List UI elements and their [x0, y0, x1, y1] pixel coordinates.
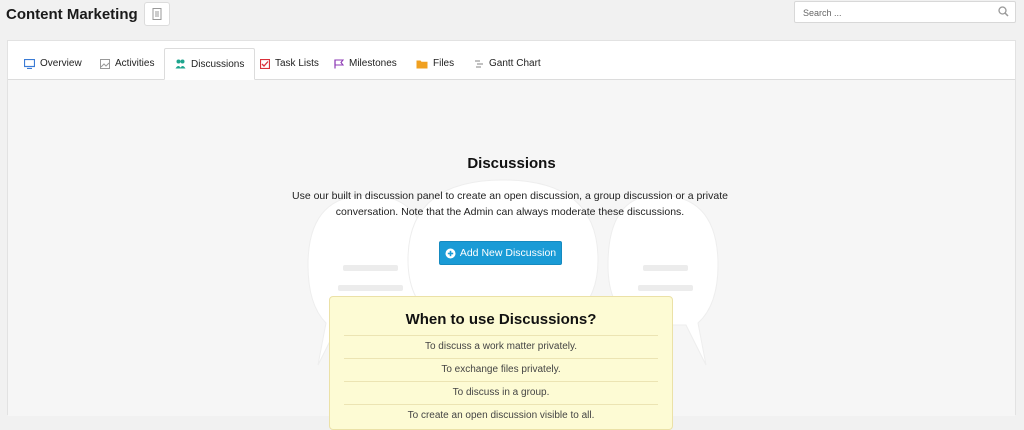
users-icon	[175, 59, 186, 69]
when-to-use-title: When to use Discussions?	[405, 311, 597, 328]
tab-gantt-chart[interactable]: Gantt Chart	[464, 48, 551, 79]
tab-label: Gantt Chart	[489, 58, 541, 69]
plus-circle-icon	[445, 248, 456, 258]
section-description: Use our built in discussion panel to cre…	[291, 190, 728, 218]
tab-label: Discussions	[191, 58, 245, 70]
project-details-button[interactable]	[144, 2, 170, 26]
tab-files[interactable]: Files	[406, 48, 464, 79]
document-icon	[152, 8, 162, 20]
tab-discussions[interactable]: Discussions	[164, 48, 256, 80]
tab-label: Task Lists	[275, 58, 319, 69]
discussions-content: Discussions Use our built in discussion …	[8, 80, 1015, 430]
checklist-icon	[260, 58, 270, 69]
tab-activities[interactable]: Activities	[90, 48, 164, 79]
search-box[interactable]	[794, 1, 1016, 23]
search-input[interactable]	[801, 5, 995, 21]
gantt-icon	[475, 59, 483, 68]
search-icon[interactable]	[998, 6, 1009, 17]
list-item: To discuss in a group.	[344, 381, 658, 404]
tab-label: Activities	[115, 58, 155, 69]
section-heading: Discussions	[467, 155, 556, 172]
tab-bar: Overview Activities Discussions Task Lis…	[8, 41, 1015, 80]
add-new-discussion-button[interactable]: Add New Discussion	[439, 241, 562, 265]
monitor-icon	[24, 58, 35, 69]
image-icon	[100, 58, 110, 69]
tab-label: Files	[433, 58, 455, 69]
list-item: To exchange files privately.	[344, 358, 658, 381]
tab-overview[interactable]: Overview	[14, 48, 92, 79]
tab-label: Overview	[40, 58, 82, 69]
folder-icon	[416, 60, 428, 68]
list-item: To discuss a work matter privately.	[344, 335, 658, 358]
project-panel: Overview Activities Discussions Task Lis…	[7, 40, 1016, 430]
tab-task-lists[interactable]: Task Lists	[250, 48, 329, 79]
list-item: To create an open discussion visible to …	[344, 404, 658, 427]
top-bar: Content Marketing	[0, 0, 1024, 36]
tab-milestones[interactable]: Milestones	[324, 48, 407, 79]
tab-label: Milestones	[349, 58, 397, 69]
when-to-use-list: To discuss a work matter privately. To e…	[344, 335, 658, 427]
when-to-use-box: When to use Discussions? To discuss a wo…	[329, 296, 673, 430]
page-title: Content Marketing	[6, 6, 138, 23]
add-button-label: Add New Discussion	[459, 247, 557, 259]
flag-icon	[334, 58, 344, 68]
